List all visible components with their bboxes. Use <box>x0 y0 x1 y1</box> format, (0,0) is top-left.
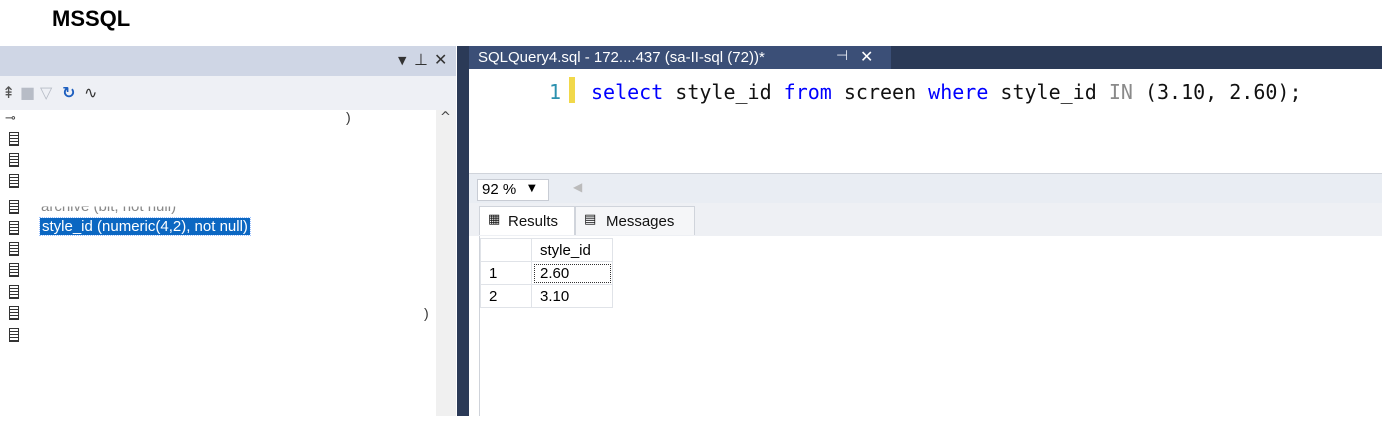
tab-pin-icon[interactable]: ⊣ <box>836 48 848 64</box>
key-icon: ⊸ <box>5 111 16 126</box>
grid-header-row: style_id <box>480 238 613 262</box>
sql-token: screen <box>831 80 929 104</box>
tree-item[interactable] <box>0 240 430 260</box>
sql-token: (3.10, 2.60); <box>1132 80 1302 104</box>
filter-icon[interactable]: ▽ <box>40 83 52 102</box>
tree-item[interactable] <box>0 304 430 324</box>
document-tab-strip: SQLQuery4.sql - 172....437 (sa-II-sql (7… <box>469 46 1382 69</box>
zoom-value: 92 % <box>482 181 517 198</box>
row-number[interactable]: 2 <box>480 284 532 308</box>
scroll-up-icon[interactable]: ^ <box>440 110 451 125</box>
column-icon <box>9 242 19 256</box>
scroll-left-icon[interactable]: ◀ <box>573 180 582 194</box>
sql-token: IN <box>1108 80 1133 104</box>
column-icon <box>9 263 19 277</box>
tab-sqlquery4[interactable]: SQLQuery4.sql - 172....437 (sa-II-sql (7… <box>469 46 891 69</box>
tree-truncated-paren: ) <box>424 305 429 321</box>
close-icon[interactable]: ✕ <box>434 50 447 69</box>
messages-icon: ▤ <box>584 212 597 227</box>
tab-messages-label: Messages <box>606 213 675 230</box>
zoom-select[interactable]: 92 % ▼ <box>477 179 549 201</box>
sql-token: style_id <box>988 80 1109 104</box>
column-icon <box>9 306 19 320</box>
column-icon <box>9 328 19 342</box>
changed-line-marker <box>569 77 575 103</box>
sql-token: from <box>783 80 832 104</box>
line-number: 1 <box>549 80 562 104</box>
tree-item[interactable] <box>0 151 430 171</box>
editor-zoom-bar: 92 % ▼ ◀ <box>469 173 1382 203</box>
sql-editor[interactable]: 1 select style_id from screen where styl… <box>469 69 1382 173</box>
sql-token: select <box>591 80 664 104</box>
tree-item[interactable] <box>0 130 430 150</box>
tree-item[interactable]: ⊸ <box>0 110 430 130</box>
tree-item-label: archive (bit, not null) <box>41 198 177 216</box>
results-tab-bar: ▦ Results ▤ Messages <box>469 203 1382 236</box>
object-explorer-titlebar: ▼ ⊥ ✕ <box>0 46 456 76</box>
connect-icon[interactable]: ⇞ <box>2 83 15 102</box>
sql-token: where <box>928 80 989 104</box>
tree-item[interactable] <box>0 283 430 303</box>
object-explorer-tree: ⊸ archive (bit, not null) style_id (numeri… <box>0 109 436 416</box>
object-explorer-toolbar: ⇞ ■ ▽ ↻ ∿ <box>0 76 456 110</box>
refresh-icon[interactable]: ↻ <box>62 83 75 102</box>
stop-icon[interactable]: ■ <box>20 83 35 102</box>
table-row: 2 3.10 <box>480 284 613 308</box>
column-header-style-id[interactable]: style_id <box>531 238 613 262</box>
column-icon <box>9 174 19 188</box>
grid-cell[interactable]: 3.10 <box>531 284 613 308</box>
sql-code-line[interactable]: select style_id from screen where style_… <box>591 80 1301 104</box>
auto-hide-pin-icon[interactable]: ⊥ <box>414 50 428 69</box>
tab-title: SQLQuery4.sql - 172....437 (sa-II-sql (7… <box>478 49 765 66</box>
object-explorer-panel: ▼ ⊥ ✕ ⇞ ■ ▽ ↻ ∿ ⊸ archive (bit, not null)… <box>0 46 456 416</box>
column-icon <box>9 200 19 214</box>
column-icon <box>9 132 19 146</box>
results-grid: style_id 1 2.60 2 3.10 <box>480 238 613 308</box>
row-number[interactable]: 1 <box>480 261 532 285</box>
window-position-dropdown-icon[interactable]: ▼ <box>398 54 406 67</box>
tab-messages[interactable]: ▤ Messages <box>575 206 695 235</box>
tree-item[interactable] <box>0 172 430 192</box>
tree-item[interactable] <box>0 326 430 346</box>
chevron-down-icon[interactable]: ▼ <box>528 183 536 194</box>
results-grid-area: style_id 1 2.60 2 3.10 <box>479 236 1382 416</box>
tab-results-label: Results <box>508 213 559 230</box>
sql-token: style_id <box>663 80 784 104</box>
tree-item[interactable]: archive (bit, not null) <box>0 198 430 218</box>
tab-results[interactable]: ▦ Results <box>479 206 575 235</box>
tree-item-label-selected: style_id (numeric(4,2), not null) <box>39 217 251 236</box>
column-icon <box>9 285 19 299</box>
table-row: 1 2.60 <box>480 261 613 285</box>
tree-item[interactable] <box>0 261 430 281</box>
tree-truncated-paren: ) <box>346 109 351 125</box>
tree-scrollbar[interactable]: ^ <box>436 110 456 416</box>
row-header-corner[interactable] <box>480 238 532 262</box>
column-icon <box>9 153 19 167</box>
tree-item[interactable]: style_id (numeric(4,2), not null) <box>0 217 430 239</box>
grid-icon: ▦ <box>488 212 501 227</box>
query-window: SQLQuery4.sql - 172....437 (sa-II-sql (7… <box>469 46 1382 416</box>
column-icon <box>9 221 19 235</box>
pane-splitter[interactable] <box>457 46 469 416</box>
activity-monitor-icon[interactable]: ∿ <box>84 83 97 102</box>
tab-close-icon[interactable]: ✕ <box>860 47 873 66</box>
page-heading: MSSQL <box>52 6 131 31</box>
grid-cell[interactable]: 2.60 <box>531 261 613 285</box>
